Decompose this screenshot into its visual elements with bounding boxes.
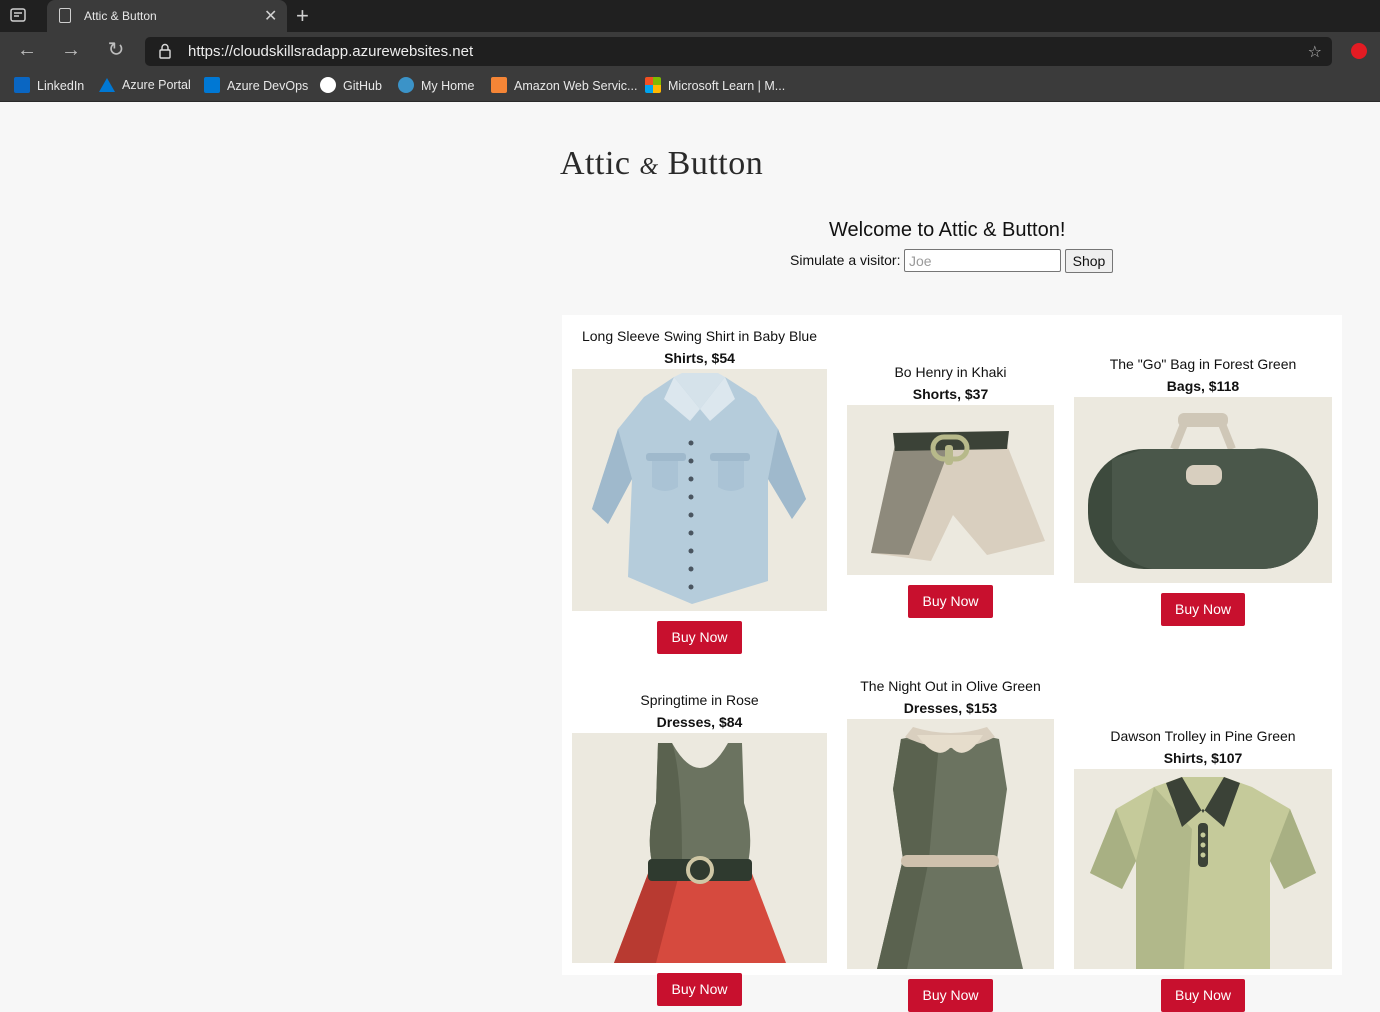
product-category-price: Shirts, $107 (1163, 750, 1243, 766)
tab-active[interactable]: Attic & Button ✕ (47, 0, 287, 32)
bookmarks-bar: LinkedIn Azure Portal Azure DevOps GitHu… (0, 70, 1380, 102)
dress-rose-image (614, 743, 786, 963)
shop-button[interactable]: Shop (1065, 249, 1113, 273)
product-name[interactable]: The "Go" Bag in Forest Green (1074, 353, 1332, 375)
product-image[interactable] (847, 405, 1054, 575)
bookmark-azure-devops[interactable]: Azure DevOps (204, 77, 308, 95)
tab-title: Attic & Button (84, 9, 157, 23)
github-icon (320, 77, 336, 93)
product-card: The "Go" Bag in Forest Green Bags, $118 … (1074, 353, 1332, 626)
dress-olive-image (877, 727, 1023, 969)
product-category-price: Shorts, $37 (912, 386, 989, 402)
product-grid: Long Sleeve Swing Shirt in Baby Blue Shi… (562, 315, 1342, 1012)
web-page: Attic & Button Welcome to Attic & Button… (0, 103, 1380, 1012)
product-category-price: Bags, $118 (1166, 378, 1240, 394)
product-category-price: Dresses, $153 (903, 700, 998, 716)
tab-actions-icon[interactable] (10, 7, 28, 25)
shorts-image (871, 431, 1045, 561)
product-category-price: Dresses, $84 (656, 714, 743, 730)
wordpress-icon (398, 77, 414, 93)
product-category-price: Shirts, $54 (664, 350, 735, 366)
product-card: Springtime in Rose Dresses, $84 Buy Now (572, 689, 827, 1006)
product-name[interactable]: Bo Henry in Khaki (847, 361, 1054, 383)
linkedin-icon (14, 77, 30, 93)
bookmark-azure-portal[interactable]: Azure Portal (99, 77, 191, 95)
close-tab-icon[interactable]: ✕ (264, 6, 277, 26)
site-logo[interactable]: Attic & Button (560, 145, 763, 183)
add-favorite-icon[interactable]: ☆ (1308, 42, 1322, 62)
product-image[interactable] (572, 369, 827, 611)
product-image[interactable] (572, 733, 827, 963)
buy-now-button[interactable]: Buy Now (657, 973, 742, 1006)
new-tab-icon[interactable]: + (296, 3, 309, 29)
buy-now-button[interactable]: Buy Now (908, 979, 993, 1012)
buy-now-button[interactable]: Buy Now (657, 621, 742, 654)
product-card: The Night Out in Olive Green Dresses, $1… (847, 675, 1054, 1012)
tab-strip: Attic & Button ✕ + (0, 0, 1380, 32)
buy-now-button[interactable]: Buy Now (908, 585, 993, 618)
azure-icon (99, 78, 115, 92)
product-card: Long Sleeve Swing Shirt in Baby Blue Shi… (572, 325, 827, 654)
buy-now-button[interactable]: Buy Now (1160, 979, 1246, 1012)
microsoft-icon (645, 77, 661, 93)
product-image[interactable] (847, 719, 1054, 969)
product-name[interactable]: Long Sleeve Swing Shirt in Baby Blue (572, 325, 827, 347)
product-card: Bo Henry in Khaki Shorts, $37 Buy Now (847, 361, 1054, 618)
extension-icon[interactable] (1351, 43, 1367, 59)
refresh-icon[interactable]: ↻ (104, 38, 128, 62)
bookmark-aws[interactable]: Amazon Web Servic... (491, 77, 637, 95)
toolbar: ← → ↻ https://cloudskillsradapp.azureweb… (0, 32, 1380, 70)
bookmark-linkedin[interactable]: LinkedIn (14, 77, 84, 95)
simulate-label: Simulate a visitor: (790, 252, 901, 268)
devops-icon (204, 77, 220, 93)
bookmark-microsoft-learn[interactable]: Microsoft Learn | M... (645, 77, 785, 95)
buy-now-button[interactable]: Buy Now (1160, 593, 1246, 626)
product-name[interactable]: The Night Out in Olive Green (847, 675, 1054, 697)
product-image[interactable] (1074, 769, 1332, 969)
welcome-heading: Welcome to Attic & Button! (829, 219, 1066, 241)
forward-icon[interactable]: → (59, 38, 83, 62)
lock-icon[interactable] (159, 43, 171, 59)
product-image[interactable] (1074, 397, 1332, 583)
polo-image (1090, 777, 1316, 969)
bookmark-my-home[interactable]: My Home (398, 77, 474, 95)
product-name[interactable]: Dawson Trolley in Pine Green (1074, 725, 1332, 747)
product-card: Dawson Trolley in Pine Green Shirts, $10… (1074, 725, 1332, 1012)
aws-icon (491, 77, 507, 93)
product-name[interactable]: Springtime in Rose (572, 689, 827, 711)
shirt-image (592, 373, 806, 604)
visitor-name-input[interactable] (904, 249, 1061, 272)
address-bar[interactable]: https://cloudskillsradapp.azurewebsites.… (145, 37, 1332, 66)
simulate-visitor-form: Simulate a visitor: Shop (790, 249, 1113, 273)
page-icon (59, 8, 71, 23)
back-icon[interactable]: ← (15, 38, 39, 62)
bookmark-github[interactable]: GitHub (320, 77, 382, 95)
url-text: https://cloudskillsradapp.azurewebsites.… (188, 43, 474, 60)
bag-image (1088, 413, 1319, 569)
